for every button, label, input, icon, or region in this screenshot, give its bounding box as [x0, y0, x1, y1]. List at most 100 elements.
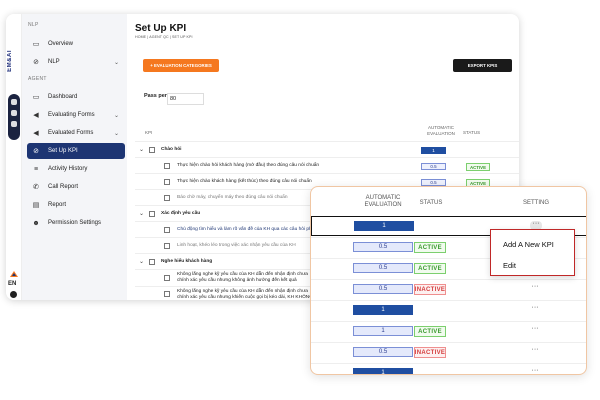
column-header-kpi: KPI: [145, 130, 153, 135]
sidebar-item-set-up-kpi[interactable]: ⊘ Set Up KPI: [27, 143, 125, 159]
chevron-down-icon[interactable]: ⌄: [139, 146, 144, 153]
more-options-icon[interactable]: ···: [529, 304, 541, 314]
automatic-evaluation-badge: 1: [354, 221, 414, 231]
settings-gear-icon[interactable]: [10, 291, 17, 298]
row-checkbox[interactable]: [164, 291, 170, 297]
row-checkbox[interactable]: [149, 211, 155, 217]
chevron-down-icon: ⌄: [113, 112, 119, 119]
row-checkbox[interactable]: [164, 243, 170, 249]
sidebar-item-label: Evaluating Forms: [48, 112, 95, 118]
kpi-item-label: Thực hiện chào khách hàng (kết thúc) the…: [177, 179, 312, 184]
page-title: Set Up KPI: [135, 23, 187, 34]
monitor-icon: ▭: [32, 94, 40, 101]
sidebar-item-label: Overview: [48, 41, 74, 47]
column-header-status: STATUS: [463, 130, 481, 135]
more-options-icon[interactable]: ···: [529, 346, 541, 356]
left-rail: EM&AI EN: [6, 14, 22, 300]
sidebar-item-label: Permission Settings: [48, 220, 102, 226]
more-options-icon[interactable]: ···: [529, 367, 541, 374]
chevron-down-icon: ⌄: [113, 130, 119, 137]
table-row[interactable]: 1 ···: [311, 363, 586, 374]
sidebar-section-nlp: NLP: [28, 22, 39, 28]
phone-icon: ✆: [33, 184, 39, 191]
table-row[interactable]: 1 ···: [311, 300, 586, 320]
circle-slash-icon: ⊘: [33, 148, 39, 155]
column-header-automatic-evaluation: AUTOMATIC EVALUATION: [427, 125, 455, 136]
module-switcher[interactable]: [8, 94, 20, 140]
kpi-item-label: Thực hiện chào hỏi khách hàng (mở đầu) t…: [177, 163, 320, 168]
evaluation-categories-button[interactable]: + EVALUATION CATEGORIES: [143, 59, 219, 72]
row-checkbox[interactable]: [164, 163, 170, 169]
sidebar-item-label: Activity History: [48, 166, 88, 172]
sidebar-item-overview[interactable]: ▭ Overview: [27, 36, 125, 52]
automatic-evaluation-badge: 0.5: [421, 163, 446, 170]
document-icon: ▤: [32, 202, 40, 209]
column-header-status: STATUS: [419, 200, 443, 206]
kpi-item-label: Không lắng nghe kỹ yêu cầu của KH dẫn đế…: [177, 289, 313, 300]
automatic-evaluation-badge: 0.5: [353, 347, 413, 357]
breadcrumb: HOME | AGENT QC | SET UP KPI: [135, 35, 193, 39]
vietnam-flag-icon[interactable]: [9, 270, 19, 278]
add-new-kpi-menu-item[interactable]: Add A New KPI: [503, 240, 554, 249]
pass-percent-input[interactable]: 80: [167, 93, 204, 105]
sidebar-section-agent: AGENT: [28, 76, 47, 82]
sidebar-item-evaluating-forms[interactable]: ◀ Evaluating Forms ⌄: [27, 107, 125, 123]
kpi-group-label: Chào hỏi: [161, 147, 182, 152]
row-checkbox[interactable]: [164, 227, 170, 233]
row-checkbox[interactable]: [164, 179, 170, 185]
table-row[interactable]: Thực hiện chào hỏi khách hàng (mở đầu) t…: [135, 157, 519, 173]
table-row[interactable]: 0.5 INACTIVE ···: [311, 342, 586, 362]
sidebar-item-activity-history[interactable]: ≡ Activity History: [27, 161, 125, 177]
sidebar-item-call-report[interactable]: ✆ Call Report: [27, 179, 125, 195]
automatic-evaluation-badge: 1: [353, 305, 413, 315]
language-switch[interactable]: EN: [8, 281, 16, 287]
sidebar-item-permission-settings[interactable]: ☻ Permission Settings: [27, 215, 125, 231]
play-icon: ◀: [33, 130, 39, 137]
automatic-evaluation-badge: 0.5: [353, 284, 413, 294]
module-icon[interactable]: [11, 99, 17, 105]
zoomed-kpi-table-panel: AUTOMATIC EVALUATION STATUS SETTING 1 ··…: [310, 186, 587, 375]
chevron-down-icon: ⌄: [113, 59, 119, 66]
export-kpis-button[interactable]: EXPORT KPIS: [453, 59, 512, 72]
status-badge: ACTIVE: [414, 242, 446, 253]
more-options-icon[interactable]: ···: [529, 283, 541, 293]
status-badge: INACTIVE: [414, 347, 446, 358]
play-icon: ◀: [33, 112, 39, 119]
circle-slash-icon: ⊘: [33, 59, 39, 66]
row-checkbox[interactable]: [164, 195, 170, 201]
row-checkbox[interactable]: [149, 147, 155, 153]
kpi-item-label: Chủ động tìm hiểu và làm rõ vấn đề của K…: [177, 227, 325, 232]
kpi-item-label: Linh hoạt, khéo léo trong việc xác nhận …: [177, 243, 296, 248]
automatic-evaluation-badge: 0.5: [353, 242, 413, 252]
table-row[interactable]: 1 ACTIVE ···: [311, 321, 586, 341]
sidebar-item-label: Dashboard: [48, 94, 78, 100]
row-checkbox[interactable]: [164, 275, 170, 281]
kpi-item-label: Báo chờ máy, chuyển máy theo đúng câu nó…: [177, 195, 288, 200]
chevron-down-icon[interactable]: ⌄: [139, 210, 144, 217]
chevron-down-icon[interactable]: ⌄: [139, 258, 144, 265]
users-icon: ☻: [32, 219, 40, 227]
status-badge: INACTIVE: [414, 284, 446, 295]
kpi-group-label: Nghe hiểu khách hàng: [161, 259, 213, 264]
more-options-icon[interactable]: ···: [529, 325, 541, 335]
sidebar-item-dashboard[interactable]: ▭ Dashboard: [27, 89, 125, 105]
sidebar-item-nlp[interactable]: ⊘ NLP ⌄: [27, 54, 125, 70]
sidebar-item-report[interactable]: ▤ Report: [27, 197, 125, 213]
row-checkbox[interactable]: [149, 259, 155, 265]
automatic-evaluation-badge: 0.5: [353, 263, 413, 273]
edit-menu-item[interactable]: Edit: [503, 261, 516, 270]
monitor-icon: ▭: [32, 41, 40, 48]
sidebar: NLP ▭ Overview ⊘ NLP ⌄ AGENT ▭ Dashboard ◀ Ev…: [22, 14, 127, 300]
brand-logo: EM&AI: [7, 50, 13, 72]
table-row[interactable]: 0.5 INACTIVE ···: [311, 279, 586, 299]
sidebar-item-label: Evaluated Forms: [48, 130, 94, 136]
module-icon[interactable]: [11, 110, 17, 116]
automatic-evaluation-badge: 1: [353, 326, 413, 336]
sidebar-item-evaluated-forms[interactable]: ◀ Evaluated Forms ⌄: [27, 125, 125, 141]
status-badge: ACTIVE: [414, 263, 446, 274]
table-row[interactable]: ⌄ Chào hỏi 1: [135, 141, 519, 157]
sidebar-item-label: Call Report: [48, 184, 79, 190]
module-icon[interactable]: [11, 121, 17, 127]
automatic-evaluation-badge: 0.5: [421, 179, 446, 186]
automatic-evaluation-badge: 1: [353, 368, 413, 374]
